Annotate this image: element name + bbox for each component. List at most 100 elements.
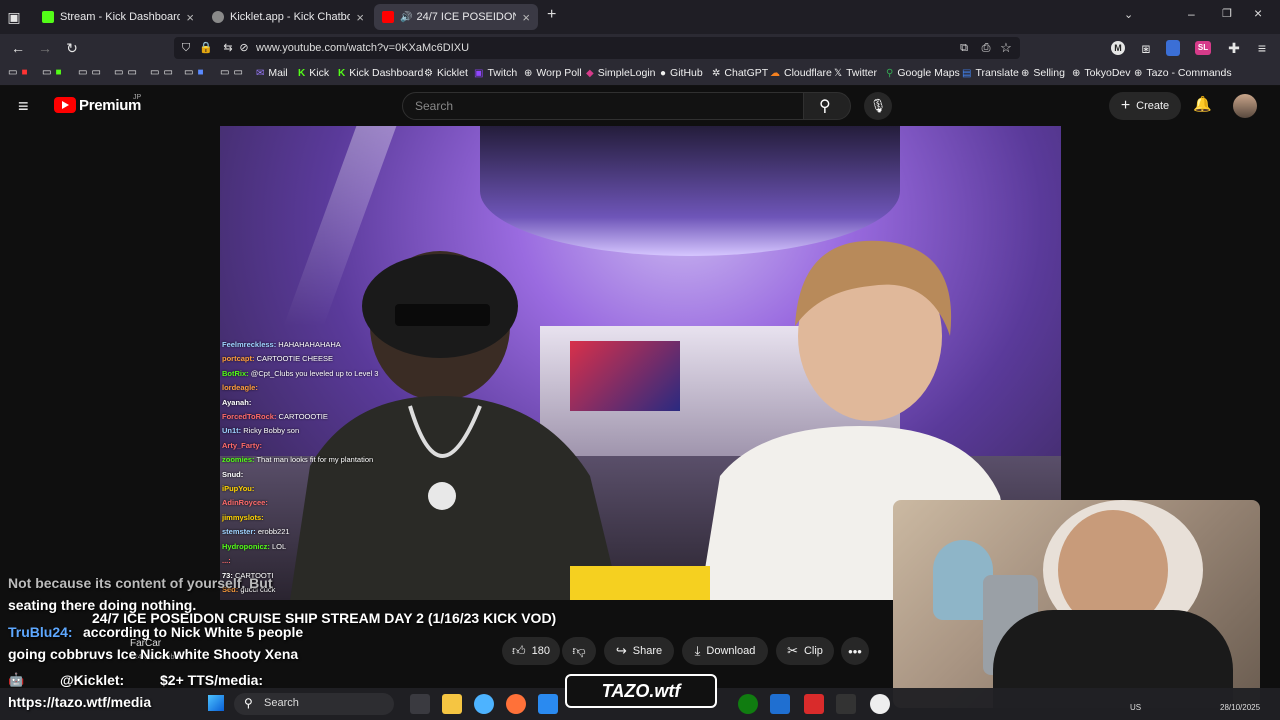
bookmark-simplelogin[interactable]: ◆ SimpleLogin	[586, 67, 656, 79]
tab-overview-icon[interactable]: ▣	[4, 3, 24, 31]
lock-icon[interactable]: 🔒	[196, 34, 216, 62]
file-explorer-icon[interactable]	[442, 694, 462, 714]
caption-message: $2+ TTS/media:	[160, 672, 264, 688]
chat-username: Feelmreckless:	[222, 340, 277, 349]
no-camera-icon[interactable]: ⊘	[234, 34, 254, 62]
tab-youtube-active[interactable]: 🔊 24/7 ICE POSEIDON CRUISE ×	[374, 4, 538, 30]
chat-username: AdinRoycee:	[222, 498, 268, 508]
extensions-puzzle-icon[interactable]: ⧆	[1136, 34, 1156, 62]
new-tab-button[interactable]: +	[547, 6, 556, 24]
search-icon: ⚲	[819, 98, 831, 115]
chat-message: Hydroponicz: LOL	[222, 540, 422, 554]
bookmark-kick-dashboard[interactable]: K Kick Dashboard	[338, 67, 423, 79]
tab-kicklet[interactable]: Kicklet.app - Kick Chatbot and C ×	[204, 4, 372, 30]
close-icon[interactable]: ×	[356, 10, 364, 25]
keyboard-language[interactable]: US	[1130, 703, 1141, 712]
forward-arrow-icon[interactable]: →	[35, 34, 55, 62]
youtube-logo-icon[interactable]	[54, 97, 76, 113]
app-icon[interactable]	[474, 694, 494, 714]
bookmark-folder-icon[interactable]: ▭ ■	[184, 67, 208, 78]
bookmark-kick[interactable]: K Kick	[298, 67, 329, 79]
close-icon[interactable]: ×	[522, 10, 530, 25]
bookmark-worp-poll[interactable]: ⊕ Worp Poll	[524, 67, 582, 79]
shield-icon[interactable]: ⛉	[176, 34, 196, 62]
bookmark-folder-icon[interactable]: ▭ ▭	[220, 67, 247, 78]
store-icon[interactable]	[538, 694, 558, 714]
bookmark-folder-icon[interactable]: ▭ ▭	[78, 67, 105, 78]
windows-start-icon[interactable]	[208, 695, 224, 711]
app-icon[interactable]	[804, 694, 824, 714]
chat-message: jimmyslots:	[222, 511, 422, 525]
extension-m-icon[interactable]: M	[1111, 41, 1125, 55]
bookmark-chatgpt[interactable]: ✲ ChatGPT	[712, 67, 768, 79]
taskbar-search[interactable]: ⚲ Search	[234, 693, 394, 715]
avatar[interactable]	[1233, 94, 1257, 118]
close-icon[interactable]: ×	[186, 10, 194, 25]
system-date[interactable]: 28/10/2025	[1220, 703, 1260, 712]
screenshot-icon[interactable]: ⎙	[976, 34, 996, 62]
kick-icons: 🤖	[8, 672, 25, 687]
bookmark-folder-icon[interactable]: ▭ ■	[42, 67, 66, 78]
chat-message: Arty_Farty:	[222, 439, 422, 453]
task-view-icon[interactable]	[410, 694, 430, 714]
bookmark-star-icon[interactable]: ☆	[996, 34, 1016, 62]
bookmark-folder-icon[interactable]: ▭ ■	[8, 67, 32, 78]
puzzle-icon[interactable]: ✚	[1224, 34, 1244, 62]
bookmark-tokyodev[interactable]: ⊕ TokyoDev	[1072, 67, 1131, 79]
bookmark-kicklet[interactable]: ⚙ Kicklet	[424, 67, 468, 79]
bookmark-translate[interactable]: ▤ Translate	[962, 67, 1019, 79]
reload-icon[interactable]: ↻	[62, 34, 82, 62]
bookmark-twitter[interactable]: 𝕏 Twitter	[834, 67, 877, 79]
more-actions-button[interactable]: •••	[841, 637, 869, 665]
url-text[interactable]: www.youtube.com/watch?v=0KXaMc6DIXU	[256, 42, 469, 54]
firefox-icon[interactable]	[506, 694, 526, 714]
bookmark-twitch[interactable]: ▣ Twitch	[474, 67, 517, 79]
create-button[interactable]: + Create	[1109, 92, 1181, 120]
tab-kick-dashboard[interactable]: Stream - Kick Dashboard ×	[34, 4, 202, 30]
speaker-icon[interactable]: 🔊	[400, 12, 412, 23]
chat-username: iPupYou:	[222, 484, 255, 494]
chat-text: erobb221	[257, 527, 290, 537]
media-url: https://tazo.wtf/media	[8, 694, 152, 710]
hamburger-menu-icon[interactable]: ≡	[18, 96, 29, 117]
bookmark-selling[interactable]: ⊕ Selling	[1021, 67, 1065, 79]
like-button[interactable]: 👍︎ 180	[502, 637, 560, 665]
simplelogin-icon[interactable]: SL	[1195, 41, 1211, 55]
window-close-icon[interactable]: ×	[1254, 5, 1262, 21]
menu-hamburger-icon[interactable]: ≡	[1252, 34, 1272, 62]
tab-list-chevron-icon[interactable]: ⌄	[1124, 8, 1133, 21]
bitwarden-shield-icon[interactable]	[1166, 40, 1180, 56]
bookmark-github[interactable]: ● GitHub	[660, 67, 703, 79]
app-icon[interactable]	[770, 694, 790, 714]
tab-title: Stream - Kick Dashboard	[60, 11, 181, 23]
chat-message: ...:	[222, 554, 422, 568]
chat-username: Un1t:	[222, 426, 242, 436]
download-button[interactable]: ⤓ Download	[682, 637, 768, 665]
dislike-button[interactable]: 👎︎	[562, 637, 596, 665]
bookmark-folder-icon[interactable]: ▭ ▭	[114, 67, 141, 78]
clip-button[interactable]: ✂ Clip	[776, 637, 834, 665]
share-button[interactable]: ↪ Share	[604, 637, 674, 665]
chat-message: stemster: erobb221	[222, 525, 422, 539]
bookmark-mail[interactable]: ✉ Mail	[256, 67, 288, 79]
youtube-premium-logo[interactable]: Premium	[79, 97, 141, 114]
minimize-icon[interactable]: –	[1188, 7, 1195, 21]
chat-username: portcapt:	[222, 354, 255, 364]
youtube-search-button[interactable]: ⚲	[803, 92, 851, 120]
youtube-search-input[interactable]: Search	[402, 92, 804, 120]
bookmark-google-maps[interactable]: ⚲ Google Maps	[886, 67, 960, 79]
bookmark-folder-icon[interactable]: ▭ ▭	[150, 67, 177, 78]
picture-in-picture-icon[interactable]: ⧉	[954, 34, 974, 62]
epic-games-icon[interactable]	[836, 694, 856, 714]
back-arrow-icon[interactable]: ←	[8, 34, 28, 62]
notifications-bell-icon[interactable]: 🔔	[1193, 95, 1212, 113]
microphone-icon[interactable]: 🎙	[864, 92, 892, 120]
xbox-icon[interactable]	[738, 694, 758, 714]
youtube-favicon-icon	[382, 11, 394, 23]
bookmark-tazo-commands[interactable]: ⊕ Tazo - Commands	[1134, 67, 1232, 79]
download-icon: ⤓	[694, 643, 701, 658]
chat-text: HAHAHAHAHAHA	[278, 340, 341, 349]
bookmark-cloudflare[interactable]: ☁ Cloudflare	[770, 67, 832, 79]
restore-icon[interactable]: ❐	[1222, 7, 1232, 20]
obs-icon[interactable]	[870, 694, 890, 714]
